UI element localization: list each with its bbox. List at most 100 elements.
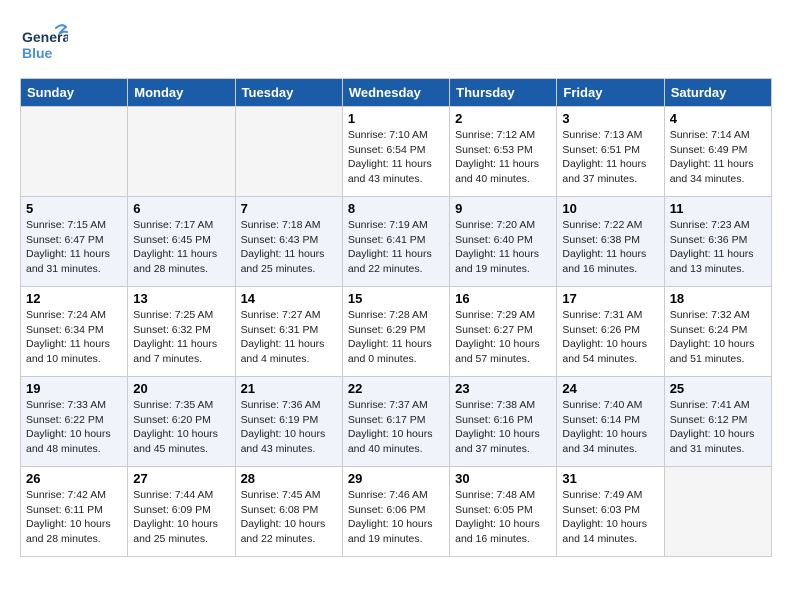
calendar-week-1: 1 Sunrise: 7:10 AM Sunset: 6:54 PM Daylig… <box>21 107 772 197</box>
day-number: 28 <box>241 471 337 486</box>
day-number: 13 <box>133 291 229 306</box>
logo: General Blue <box>20 20 68 68</box>
calendar-day: 16 Sunrise: 7:29 AM Sunset: 6:27 PM Dayli… <box>450 287 557 377</box>
day-info: Sunrise: 7:29 AM Sunset: 6:27 PM Dayligh… <box>455 308 551 367</box>
calendar-day: 25 Sunrise: 7:41 AM Sunset: 6:12 PM Dayli… <box>664 377 771 467</box>
day-info: Sunrise: 7:41 AM Sunset: 6:12 PM Dayligh… <box>670 398 766 457</box>
weekday-header-sunday: Sunday <box>21 79 128 107</box>
day-number: 22 <box>348 381 444 396</box>
day-number: 1 <box>348 111 444 126</box>
day-number: 5 <box>26 201 122 216</box>
calendar-day: 3Sunrise: 7:13 AM Sunset: 6:51 PM Daylig… <box>557 107 664 197</box>
calendar-day: 26 Sunrise: 7:42 AM Sunset: 6:11 PM Dayli… <box>21 467 128 557</box>
day-number: 19 <box>26 381 122 396</box>
calendar-day: 28 Sunrise: 7:45 AM Sunset: 6:08 PM Dayli… <box>235 467 342 557</box>
calendar-day: 13 Sunrise: 7:25 AM Sunset: 6:32 PM Dayli… <box>128 287 235 377</box>
calendar-day: 31 Sunrise: 7:49 AM Sunset: 6:03 PM Dayli… <box>557 467 664 557</box>
day-info: Sunrise: 7:15 AM Sunset: 6:47 PM Dayligh… <box>26 218 122 277</box>
day-number: 9 <box>455 201 551 216</box>
day-info: Sunrise: 7:48 AM Sunset: 6:05 PM Dayligh… <box>455 488 551 547</box>
day-number: 14 <box>241 291 337 306</box>
day-number: 27 <box>133 471 229 486</box>
calendar-day: 21Sunrise: 7:36 AM Sunset: 6:19 PM Dayli… <box>235 377 342 467</box>
day-info: Sunrise: 7:42 AM Sunset: 6:11 PM Dayligh… <box>26 488 122 547</box>
day-number: 17 <box>562 291 658 306</box>
day-number: 21 <box>241 381 337 396</box>
calendar-day: 15Sunrise: 7:28 AM Sunset: 6:29 PM Dayli… <box>342 287 449 377</box>
weekday-header-thursday: Thursday <box>450 79 557 107</box>
calendar-day: 4Sunrise: 7:14 AM Sunset: 6:49 PM Daylig… <box>664 107 771 197</box>
calendar-day: 18 Sunrise: 7:32 AM Sunset: 6:24 PM Dayli… <box>664 287 771 377</box>
calendar-day: 20 Sunrise: 7:35 AM Sunset: 6:20 PM Dayli… <box>128 377 235 467</box>
calendar-day <box>664 467 771 557</box>
svg-text:Blue: Blue <box>22 45 53 61</box>
weekday-header-wednesday: Wednesday <box>342 79 449 107</box>
calendar-day: 6 Sunrise: 7:17 AM Sunset: 6:45 PM Daylig… <box>128 197 235 287</box>
calendar-day: 7Sunrise: 7:18 AM Sunset: 6:43 PM Daylig… <box>235 197 342 287</box>
calendar-day: 14Sunrise: 7:27 AM Sunset: 6:31 PM Dayli… <box>235 287 342 377</box>
day-number: 15 <box>348 291 444 306</box>
day-info: Sunrise: 7:44 AM Sunset: 6:09 PM Dayligh… <box>133 488 229 547</box>
page-header: General Blue <box>20 20 772 68</box>
calendar-day: 27 Sunrise: 7:44 AM Sunset: 6:09 PM Dayli… <box>128 467 235 557</box>
day-number: 26 <box>26 471 122 486</box>
calendar-day <box>21 107 128 197</box>
day-number: 12 <box>26 291 122 306</box>
day-number: 6 <box>133 201 229 216</box>
day-info: Sunrise: 7:23 AM Sunset: 6:36 PM Dayligh… <box>670 218 766 277</box>
day-info: Sunrise: 7:40 AM Sunset: 6:14 PM Dayligh… <box>562 398 658 457</box>
day-info: Sunrise: 7:31 AM Sunset: 6:26 PM Dayligh… <box>562 308 658 367</box>
day-number: 11 <box>670 201 766 216</box>
day-number: 31 <box>562 471 658 486</box>
logo-svg: General Blue <box>20 20 68 68</box>
day-info: Sunrise: 7:20 AM Sunset: 6:40 PM Dayligh… <box>455 218 551 277</box>
weekday-header-row: SundayMondayTuesdayWednesdayThursdayFrid… <box>21 79 772 107</box>
day-number: 30 <box>455 471 551 486</box>
day-info: Sunrise: 7:12 AM Sunset: 6:53 PM Dayligh… <box>455 128 551 187</box>
calendar-day: 24 Sunrise: 7:40 AM Sunset: 6:14 PM Dayli… <box>557 377 664 467</box>
calendar-day: 12 Sunrise: 7:24 AM Sunset: 6:34 PM Dayli… <box>21 287 128 377</box>
day-info: Sunrise: 7:25 AM Sunset: 6:32 PM Dayligh… <box>133 308 229 367</box>
day-info: Sunrise: 7:38 AM Sunset: 6:16 PM Dayligh… <box>455 398 551 457</box>
day-info: Sunrise: 7:17 AM Sunset: 6:45 PM Dayligh… <box>133 218 229 277</box>
day-info: Sunrise: 7:32 AM Sunset: 6:24 PM Dayligh… <box>670 308 766 367</box>
weekday-header-saturday: Saturday <box>664 79 771 107</box>
day-info: Sunrise: 7:24 AM Sunset: 6:34 PM Dayligh… <box>26 308 122 367</box>
day-number: 29 <box>348 471 444 486</box>
day-number: 20 <box>133 381 229 396</box>
day-number: 10 <box>562 201 658 216</box>
calendar-week-2: 5 Sunrise: 7:15 AM Sunset: 6:47 PM Daylig… <box>21 197 772 287</box>
calendar-day <box>128 107 235 197</box>
calendar-day: 10Sunrise: 7:22 AM Sunset: 6:38 PM Dayli… <box>557 197 664 287</box>
weekday-header-tuesday: Tuesday <box>235 79 342 107</box>
day-info: Sunrise: 7:49 AM Sunset: 6:03 PM Dayligh… <box>562 488 658 547</box>
calendar-day: 8 Sunrise: 7:19 AM Sunset: 6:41 PM Daylig… <box>342 197 449 287</box>
day-number: 16 <box>455 291 551 306</box>
calendar-day: 5 Sunrise: 7:15 AM Sunset: 6:47 PM Daylig… <box>21 197 128 287</box>
day-number: 23 <box>455 381 551 396</box>
day-info: Sunrise: 7:45 AM Sunset: 6:08 PM Dayligh… <box>241 488 337 547</box>
day-info: Sunrise: 7:33 AM Sunset: 6:22 PM Dayligh… <box>26 398 122 457</box>
calendar-table: SundayMondayTuesdayWednesdayThursdayFrid… <box>20 78 772 557</box>
calendar-day: 22Sunrise: 7:37 AM Sunset: 6:17 PM Dayli… <box>342 377 449 467</box>
calendar-day: 9 Sunrise: 7:20 AM Sunset: 6:40 PM Daylig… <box>450 197 557 287</box>
calendar-day: 11 Sunrise: 7:23 AM Sunset: 6:36 PM Dayli… <box>664 197 771 287</box>
day-number: 25 <box>670 381 766 396</box>
calendar-day <box>235 107 342 197</box>
day-number: 24 <box>562 381 658 396</box>
day-info: Sunrise: 7:19 AM Sunset: 6:41 PM Dayligh… <box>348 218 444 277</box>
calendar-day: 29Sunrise: 7:46 AM Sunset: 6:06 PM Dayli… <box>342 467 449 557</box>
day-info: Sunrise: 7:18 AM Sunset: 6:43 PM Dayligh… <box>241 218 337 277</box>
day-info: Sunrise: 7:35 AM Sunset: 6:20 PM Dayligh… <box>133 398 229 457</box>
calendar-day: 17 Sunrise: 7:31 AM Sunset: 6:26 PM Dayli… <box>557 287 664 377</box>
day-number: 4 <box>670 111 766 126</box>
day-info: Sunrise: 7:13 AM Sunset: 6:51 PM Dayligh… <box>562 128 658 187</box>
weekday-header-friday: Friday <box>557 79 664 107</box>
day-number: 18 <box>670 291 766 306</box>
calendar-day: 30 Sunrise: 7:48 AM Sunset: 6:05 PM Dayli… <box>450 467 557 557</box>
day-number: 8 <box>348 201 444 216</box>
calendar-day: 2 Sunrise: 7:12 AM Sunset: 6:53 PM Daylig… <box>450 107 557 197</box>
calendar-day: 19 Sunrise: 7:33 AM Sunset: 6:22 PM Dayli… <box>21 377 128 467</box>
day-number: 2 <box>455 111 551 126</box>
day-info: Sunrise: 7:10 AM Sunset: 6:54 PM Dayligh… <box>348 128 444 187</box>
